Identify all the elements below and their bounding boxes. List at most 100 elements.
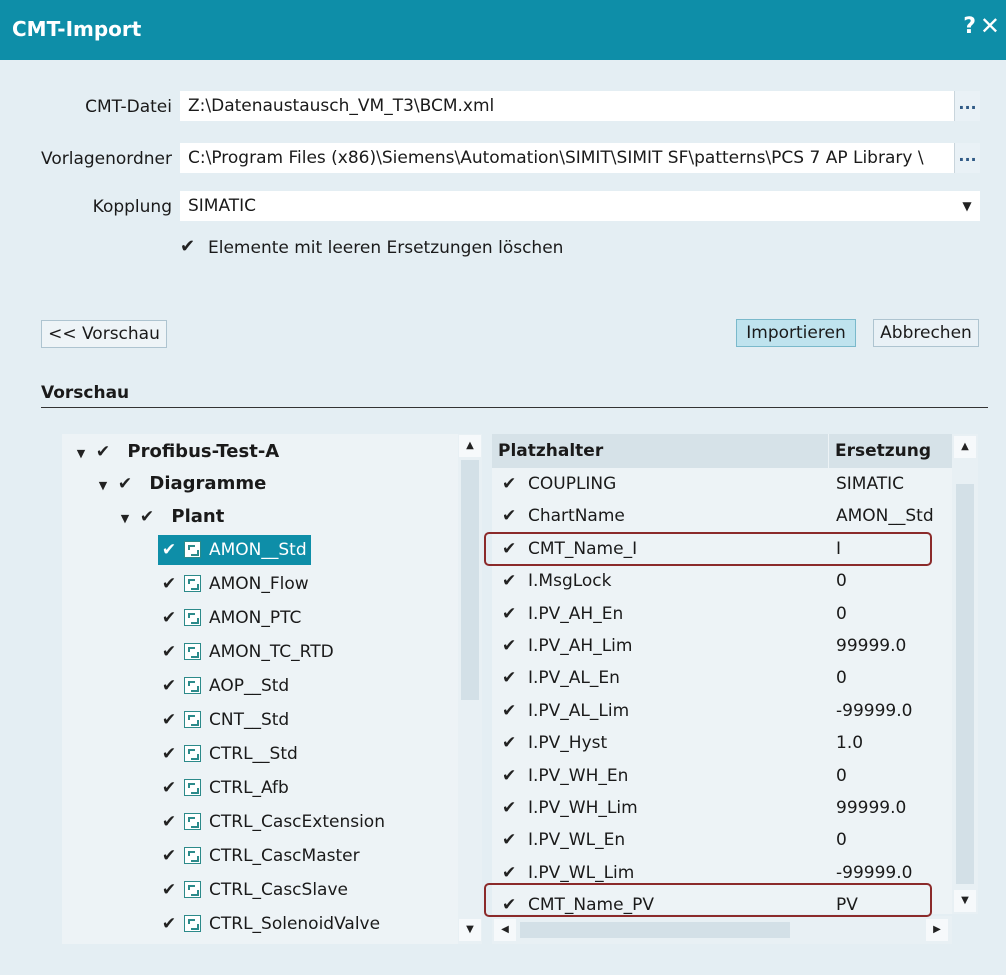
check-icon[interactable]: ✔ xyxy=(158,603,180,633)
template-folder-field[interactable]: C:\Program Files (x86)\Siemens\Automatio… xyxy=(180,143,954,173)
grid-horizontal-scrollbar[interactable]: ◀ ▶ xyxy=(492,916,952,944)
chart-item-box[interactable]: ✔ AMON__Std xyxy=(158,535,311,565)
chart-item-box[interactable]: ✔ AMON_PTC xyxy=(158,603,305,633)
check-icon[interactable]: ✔ xyxy=(502,468,516,500)
check-icon[interactable]: ✔ xyxy=(158,739,180,769)
check-icon[interactable]: ✔ xyxy=(502,598,516,630)
grid-row[interactable]: ✔ I.PV_WL_En 0 xyxy=(492,824,952,856)
grid-vertical-scrollbar[interactable]: ▲ ▼ xyxy=(952,434,978,914)
replacement-value[interactable]: 0 xyxy=(836,824,847,856)
grid-row[interactable]: ✔ I.PV_Hyst 1.0 xyxy=(492,727,952,759)
arrow-right-icon[interactable]: ▶ xyxy=(926,919,948,941)
check-icon[interactable]: ✔ xyxy=(502,824,516,856)
check-icon[interactable]: ✔ xyxy=(158,637,180,667)
arrow-left-icon[interactable]: ◀ xyxy=(494,919,516,941)
check-icon[interactable]: ✔ xyxy=(158,875,180,905)
replacement-value[interactable]: 0 xyxy=(836,662,847,694)
replacement-value[interactable]: 0 xyxy=(836,760,847,792)
check-icon[interactable]: ✔ xyxy=(158,807,180,837)
replacement-value[interactable]: 0 xyxy=(836,598,847,630)
tree-vertical-scrollbar[interactable]: ▲ ▼ xyxy=(458,434,482,944)
tree-chart-item[interactable]: ✔ CTRL_SolenoidValve xyxy=(158,909,384,939)
tree-node-plant[interactable]: ▼ ✔ Plant xyxy=(114,502,225,534)
triangle-down-icon[interactable]: ▼ xyxy=(114,504,136,534)
check-icon[interactable]: ✔ xyxy=(114,469,136,499)
tree-chart-item[interactable]: ✔ CTRL__Std xyxy=(158,739,302,769)
check-icon[interactable]: ✔ xyxy=(502,727,516,759)
column-header-placeholder[interactable]: Platzhalter xyxy=(492,434,828,468)
tree-chart-item[interactable]: ✔ AMON__Std xyxy=(158,535,311,565)
placeholder-grid[interactable]: Platzhalter Ersetzung ✔ COUPLING SIMATIC ✔ C… xyxy=(492,434,952,914)
tree-chart-item[interactable]: ✔ CTRL_Afb xyxy=(158,773,293,803)
check-icon[interactable]: ✔ xyxy=(158,773,180,803)
cmt-file-browse-button[interactable]: ... xyxy=(954,91,980,121)
check-icon[interactable]: ✔ xyxy=(158,705,180,735)
grid-row[interactable]: ✔ COUPLING SIMATIC xyxy=(492,468,952,500)
chart-item-box[interactable]: ✔ AMON_Flow xyxy=(158,569,313,599)
preview-tree[interactable]: ▼ ✔ Profibus-Test-A ▼ ✔ Diagramme ▼ ✔ Plant… xyxy=(62,434,458,944)
tree-chart-item[interactable]: ✔ CNT__Std xyxy=(158,705,293,735)
import-button[interactable]: Importieren xyxy=(736,319,856,347)
chart-item-box[interactable]: ✔ CNT__Std xyxy=(158,705,293,735)
tree-chart-item[interactable]: ✔ CTRL_CascSlave xyxy=(158,875,352,905)
replacement-value[interactable]: 99999.0 xyxy=(836,630,906,662)
replacement-value[interactable]: SIMATIC xyxy=(836,468,904,500)
grid-row[interactable]: ✔ I.PV_WH_En 0 xyxy=(492,760,952,792)
tree-chart-item[interactable]: ✔ AOP__Std xyxy=(158,671,293,701)
triangle-down-icon[interactable]: ▼ xyxy=(92,471,114,501)
scrollbar-thumb[interactable] xyxy=(956,484,974,884)
check-icon[interactable]: ✔ xyxy=(158,569,180,599)
check-icon[interactable]: ✔ xyxy=(158,841,180,871)
tree-chart-item[interactable]: ✔ AMON_TC_RTD xyxy=(158,637,338,667)
arrow-down-icon[interactable]: ▼ xyxy=(459,919,481,941)
delete-empty-checkbox[interactable]: ✔ xyxy=(180,236,195,257)
chart-item-box[interactable]: ✔ CTRL_CascExtension xyxy=(158,807,389,837)
tree-node-folder[interactable]: ▼ ✔ Diagramme xyxy=(92,469,267,501)
check-icon[interactable]: ✔ xyxy=(92,437,114,467)
grid-row[interactable]: ✔ ChartName AMON__Std xyxy=(492,500,952,532)
grid-row[interactable]: ✔ I.PV_AL_Lim -99999.0 xyxy=(492,695,952,727)
check-icon[interactable]: ✔ xyxy=(502,760,516,792)
arrow-up-icon[interactable]: ▲ xyxy=(459,435,481,457)
column-header-replacement[interactable]: Ersetzung xyxy=(829,434,952,468)
replacement-value[interactable]: 99999.0 xyxy=(836,792,906,824)
template-folder-browse-button[interactable]: ... xyxy=(954,143,980,173)
tree-chart-item[interactable]: ✔ AMON_Flow xyxy=(158,569,313,599)
chart-item-box[interactable]: ✔ AMON_TC_RTD xyxy=(158,637,338,667)
chevron-down-icon[interactable]: ▼ xyxy=(955,191,979,221)
replacement-value[interactable]: AMON__Std xyxy=(836,500,934,532)
replacement-value[interactable]: 0 xyxy=(836,565,847,597)
grid-row[interactable]: ✔ I.PV_AH_En 0 xyxy=(492,598,952,630)
tree-chart-item[interactable]: ✔ CTRL_CascExtension xyxy=(158,807,389,837)
arrow-down-icon[interactable]: ▼ xyxy=(954,890,976,912)
cmt-file-field[interactable]: Z:\Datenaustausch_VM_T3\BCM.xml xyxy=(180,91,980,121)
grid-row[interactable]: ✔ I.MsgLock 0 xyxy=(492,565,952,597)
check-icon[interactable]: ✔ xyxy=(158,909,180,939)
triangle-down-icon[interactable]: ▼ xyxy=(70,439,92,469)
tree-chart-item[interactable]: ✔ AMON_PTC xyxy=(158,603,305,633)
check-icon[interactable]: ✔ xyxy=(502,792,516,824)
cancel-button[interactable]: Abbrechen xyxy=(873,319,979,347)
chart-item-box[interactable]: ✔ CTRL_Afb xyxy=(158,773,293,803)
arrow-up-icon[interactable]: ▲ xyxy=(954,436,976,458)
help-icon[interactable]: ? xyxy=(963,14,976,39)
replacement-value[interactable]: -99999.0 xyxy=(836,695,912,727)
preview-button[interactable]: << Vorschau xyxy=(41,320,167,348)
check-icon[interactable]: ✔ xyxy=(502,630,516,662)
chart-item-box[interactable]: ✔ AOP__Std xyxy=(158,671,293,701)
grid-row[interactable]: ✔ I.PV_AL_En 0 xyxy=(492,662,952,694)
chart-item-box[interactable]: ✔ CTRL_CascSlave xyxy=(158,875,352,905)
close-icon[interactable]: ✕ xyxy=(980,12,1000,40)
scrollbar-thumb[interactable] xyxy=(520,922,790,938)
chart-item-box[interactable]: ✔ CTRL_SolenoidValve xyxy=(158,909,384,939)
chart-item-box[interactable]: ✔ CTRL__Std xyxy=(158,739,302,769)
check-icon[interactable]: ✔ xyxy=(502,695,516,727)
coupling-dropdown[interactable]: SIMATIC xyxy=(180,191,980,221)
tree-node-root[interactable]: ▼ ✔ Profibus-Test-A xyxy=(70,437,279,467)
check-icon[interactable]: ✔ xyxy=(502,662,516,694)
check-icon[interactable]: ✔ xyxy=(158,671,180,701)
replacement-value[interactable]: 1.0 xyxy=(836,727,863,759)
scrollbar-thumb[interactable] xyxy=(461,460,479,700)
check-icon[interactable]: ✔ xyxy=(502,500,516,532)
grid-row[interactable]: ✔ I.PV_WH_Lim 99999.0 xyxy=(492,792,952,824)
